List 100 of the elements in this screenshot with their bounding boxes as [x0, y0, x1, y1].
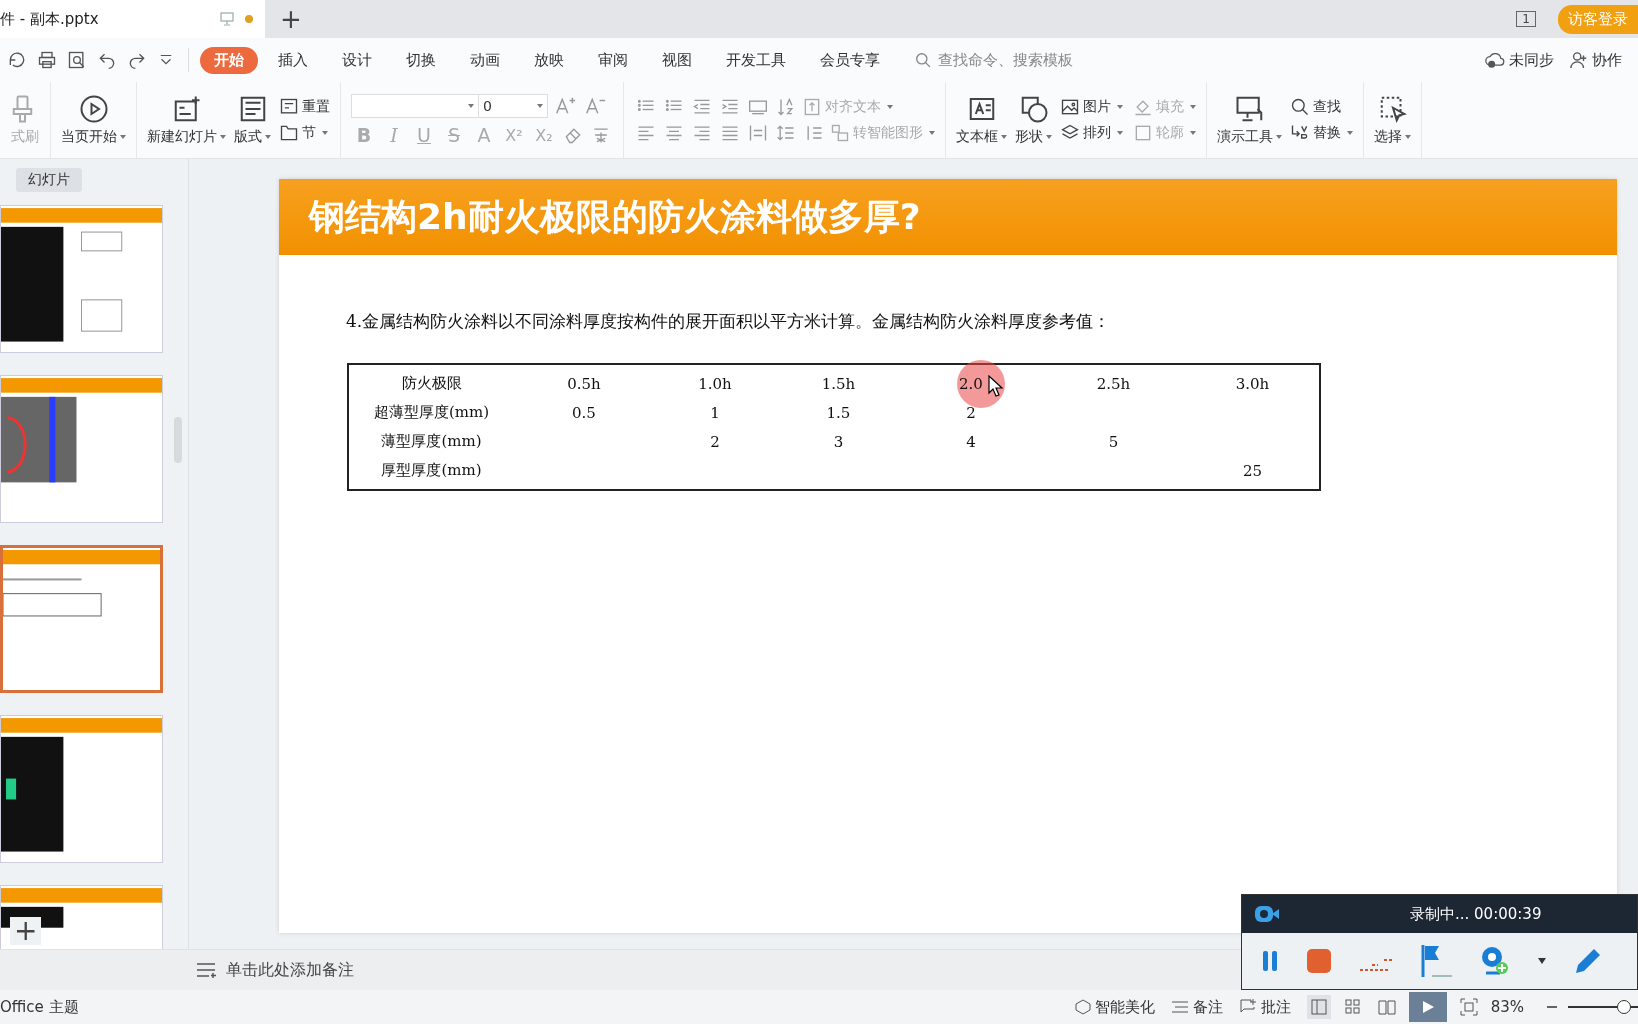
ribbon-button[interactable]: 图片	[1060, 97, 1123, 117]
distribute-icon[interactable]	[748, 123, 768, 143]
theme-label: Office 主题	[0, 997, 79, 1017]
increase-indent-icon[interactable]	[720, 97, 740, 117]
slide-paragraph: 4.金属结构防火涂料以不同涂料厚度按构件的展开面积以平方米计算。金属结构防火涂料厚度参考值：	[346, 310, 1112, 333]
print-preview-icon[interactable]	[67, 50, 87, 70]
table-cell: 2.5h	[1096, 374, 1131, 393]
smart-graphic-icon	[830, 123, 850, 143]
beautify-button[interactable]: 智能美化	[1074, 997, 1155, 1017]
ribbon-button[interactable]: 替换	[1290, 123, 1353, 143]
document-tab[interactable]: 件 - 副本.pptx	[0, 0, 265, 38]
ribbon-button[interactable]: 文本框	[956, 94, 1007, 146]
play-button[interactable]	[1408, 992, 1447, 1022]
play-icon	[78, 94, 109, 124]
ribbon-button[interactable]: 形状	[1015, 94, 1052, 146]
table-cell: 1.5h	[821, 374, 856, 393]
ribbon-button[interactable]: 节	[279, 123, 330, 143]
slide-thumbnail[interactable]	[0, 545, 163, 693]
add-slide-button[interactable]: +	[10, 917, 42, 945]
table-cell: 3.0h	[1235, 374, 1270, 393]
picture-icon	[1060, 97, 1080, 117]
caret-icon	[1405, 135, 1411, 139]
cloud-icon	[1485, 51, 1505, 69]
ribbon-button[interactable]: 排列	[1060, 123, 1123, 143]
slide-title: 钢结构2h耐火极限的防火涂料做多厚?	[309, 194, 921, 239]
menu-tab[interactable]: 视图	[648, 46, 706, 74]
notes-placeholder[interactable]: 单击此处添加备注	[226, 959, 354, 981]
menu-tab[interactable]: 会员专享	[806, 46, 894, 74]
play-icon	[1420, 1000, 1435, 1014]
caret-icon	[929, 131, 935, 135]
table-cell: 2.0	[959, 374, 983, 393]
zoom-level[interactable]: 83%	[1490, 998, 1524, 1016]
caret-icon	[887, 105, 893, 109]
caret-icon	[220, 135, 226, 139]
menu-tab[interactable]: 切换	[392, 46, 450, 74]
slide-thumbnail[interactable]	[0, 205, 163, 353]
table-cell: 超薄型厚度(mm)	[373, 403, 490, 422]
normal-view-icon[interactable]	[1306, 995, 1331, 1019]
notes-button[interactable]: 备注	[1170, 997, 1223, 1017]
recording-status: 录制中... 00:00:39	[1410, 904, 1542, 924]
ribbon-button[interactable]: 新建幻灯片	[147, 94, 226, 146]
ribbon-button[interactable]: 当页开始	[61, 94, 126, 146]
menu-tab[interactable]: 设计	[328, 46, 386, 74]
table-cell: 厚型厚度(mm)	[381, 461, 482, 480]
caret-icon	[265, 135, 271, 139]
add-user-icon	[1570, 51, 1588, 69]
command-search-field[interactable]: 查找命令、搜索模板	[915, 50, 1110, 70]
caret-icon[interactable]	[1538, 958, 1546, 964]
table-cell: 2	[710, 432, 720, 451]
table-cell: 4	[966, 432, 976, 451]
comments-button[interactable]: 批注	[1238, 997, 1291, 1017]
new-tab-button[interactable]: +	[273, 1, 309, 37]
caret-icon	[1190, 131, 1196, 135]
page-count-indicator[interactable]: 1	[1516, 11, 1536, 27]
print-icon[interactable]	[37, 50, 57, 70]
caret-icon	[1276, 135, 1282, 139]
align-text-icon	[802, 97, 822, 117]
menu-tab[interactable]: 审阅	[584, 46, 642, 74]
ribbon-button[interactable]: 演示工具	[1217, 94, 1282, 146]
slide-thumbnail[interactable]	[0, 375, 163, 523]
table-cell: 薄型厚度(mm)	[381, 432, 482, 451]
notes-icon	[196, 962, 218, 978]
font-name-field[interactable]	[351, 94, 479, 118]
line-spacing-icon[interactable]	[776, 123, 796, 143]
redo-history-icon[interactable]	[7, 50, 27, 70]
slider-thumb[interactable]	[1617, 1000, 1631, 1014]
ribbon-button[interactable]: 版式	[234, 94, 271, 146]
menu-tab[interactable]: 动画	[456, 46, 514, 74]
table-cell: 5	[1108, 432, 1119, 451]
ribbon-button[interactable]: 重置	[279, 97, 330, 117]
search-icon	[1290, 97, 1310, 117]
decrease-indent-icon[interactable]	[692, 97, 712, 117]
caret-icon	[1117, 131, 1123, 135]
flag-icon[interactable]	[1420, 943, 1454, 979]
cube-icon	[1074, 999, 1091, 1015]
pause-icon[interactable]	[1260, 949, 1280, 973]
collaborate-button[interactable]: 协作	[1570, 50, 1622, 70]
menu-tab[interactable]: 插入	[264, 46, 322, 74]
move-cursor-icon	[987, 375, 1004, 397]
table-cell: 1.5	[826, 403, 851, 422]
sync-button[interactable]: 未同步	[1485, 50, 1554, 70]
caret-icon	[1046, 135, 1052, 139]
ribbon-button[interactable]: 选择	[1374, 94, 1411, 146]
caret-icon	[120, 135, 126, 139]
menu-tab[interactable]: 开发工具	[712, 46, 800, 74]
ribbon-button[interactable]: 查找	[1290, 97, 1353, 117]
slide-thumbnail[interactable]	[0, 715, 163, 863]
menu-tab[interactable]: 放映	[520, 46, 578, 74]
table-cell: 25	[1242, 461, 1263, 480]
table-cell: 0.5	[572, 403, 596, 422]
stop-icon[interactable]	[1306, 948, 1332, 974]
monitor-icon[interactable]	[219, 11, 235, 27]
caret-icon	[1117, 105, 1123, 109]
font-size-field[interactable]: 0	[478, 94, 548, 118]
lines-icon	[1170, 999, 1189, 1015]
reset-icon	[279, 97, 299, 117]
panel-tab[interactable]: 幻灯片	[16, 168, 82, 192]
table-cell: 1	[710, 403, 720, 422]
sort-icon[interactable]	[776, 97, 796, 117]
document-title: 件 - 副本.pptx	[0, 9, 100, 29]
